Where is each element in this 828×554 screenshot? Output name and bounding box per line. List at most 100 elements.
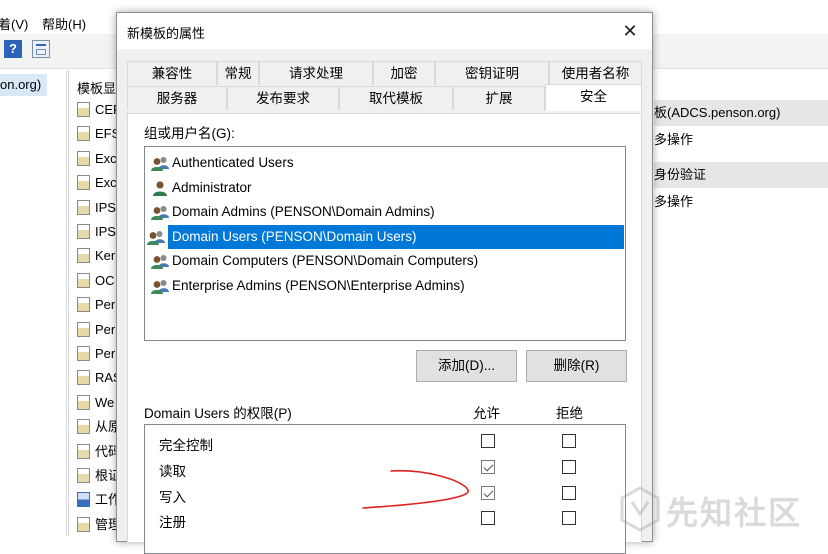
- list-item[interactable]: OC: [77, 271, 115, 291]
- menu-help[interactable]: 帮助(H): [42, 14, 86, 33]
- list-item-label: OC: [95, 272, 115, 288]
- deny-checkbox[interactable]: [562, 459, 576, 474]
- list-item-label: IPS: [95, 199, 116, 215]
- remove-button[interactable]: 删除(R): [526, 350, 627, 382]
- template-icon: [77, 102, 90, 117]
- user-list-item[interactable]: Domain Computers (PENSON\Domain Computer…: [149, 249, 624, 273]
- list-item[interactable]: Exc: [77, 173, 117, 193]
- template-icon: [77, 248, 90, 264]
- template-blue-icon: [77, 492, 90, 508]
- tab-request-handling[interactable]: 请求处理: [259, 61, 373, 85]
- list-item[interactable]: Per: [77, 295, 115, 315]
- list-item[interactable]: IPS: [77, 198, 116, 218]
- template-icon: [77, 516, 90, 532]
- tab-extensions[interactable]: 扩展: [453, 86, 545, 110]
- watermark: 先知社区: [618, 484, 828, 536]
- template-icon: [77, 370, 90, 386]
- tab-key-attestation[interactable]: 密钥证明: [435, 61, 549, 85]
- list-item[interactable]: We: [77, 393, 114, 413]
- list-item[interactable]: Per: [77, 320, 115, 340]
- group-users-label: 组或用户名(G):: [144, 126, 235, 141]
- permission-name: 读取: [159, 463, 186, 479]
- permission-name: 写入: [159, 489, 186, 505]
- template-icon: [77, 419, 90, 435]
- dialog-titlebar[interactable]: 新模板的属性 ✕: [117, 13, 652, 49]
- tab-cryptography[interactable]: 加密: [373, 61, 435, 85]
- user-name: Authenticated Users: [172, 155, 294, 170]
- deny-checkbox[interactable]: [562, 511, 576, 526]
- show-hide-pane-icon[interactable]: [32, 40, 50, 58]
- template-icon: [77, 297, 90, 313]
- tab-subject-name[interactable]: 使用者名称: [549, 61, 642, 85]
- actions-more[interactable]: 多操作: [654, 129, 693, 151]
- list-item[interactable]: Exc: [77, 149, 117, 169]
- user-name: Enterprise Admins (PENSON\Enterprise Adm…: [172, 277, 465, 293]
- user-list-item[interactable]: Administrator: [149, 176, 624, 200]
- list-item[interactable]: 工作: [77, 490, 121, 510]
- template-icon: [77, 272, 90, 288]
- watermark-text: 先知社区: [666, 495, 803, 531]
- list-item[interactable]: CEF: [77, 100, 121, 120]
- close-button[interactable]: ✕: [608, 13, 652, 49]
- user-list-item[interactable]: Domain Admins (PENSON\Domain Admins): [149, 200, 624, 224]
- list-item[interactable]: IPS: [77, 222, 116, 242]
- list-item-label: Per: [95, 297, 116, 313]
- list-item-label: Exc: [95, 175, 117, 191]
- actions-more[interactable]: 多操作: [654, 191, 693, 213]
- allow-checkbox[interactable]: [481, 434, 495, 448]
- template-icon: [77, 321, 90, 337]
- template-icon: [77, 126, 90, 142]
- list-item[interactable]: 根证: [77, 466, 121, 486]
- template-icon: [77, 199, 90, 215]
- permission-row: 完全控制: [145, 429, 625, 455]
- user-list-item[interactable]: Authenticated Users: [149, 151, 624, 175]
- annotation-arrow: [362, 469, 469, 509]
- tab-security[interactable]: 安全: [545, 84, 642, 111]
- actions-header: 身份验证: [654, 162, 828, 188]
- actions-header: 板(ADCS.penson.org): [654, 100, 828, 126]
- deny-checkbox[interactable]: [562, 485, 576, 500]
- template-icon: [77, 468, 90, 483]
- menu-view[interactable]: 着(V): [0, 14, 28, 33]
- tab-server[interactable]: 服务器: [127, 86, 227, 110]
- list-item-label: IPS: [95, 224, 116, 239]
- actions-pane: 板(ADCS.penson.org) 多操作 身份验证 多操作: [654, 70, 828, 536]
- users-list[interactable]: Authenticated Users Administrator Domain A…: [144, 146, 626, 341]
- allow-checkbox[interactable]: [481, 511, 495, 526]
- allow-checkbox[interactable]: [481, 485, 495, 500]
- tab-general[interactable]: 常规: [217, 61, 259, 85]
- user-list-item[interactable]: Domain Users (PENSON\Domain Users): [147, 224, 624, 249]
- template-icon: [77, 175, 90, 191]
- list-column-header[interactable]: 模板显: [77, 78, 116, 97]
- list-item[interactable]: 代码: [77, 442, 121, 462]
- user-group-icon: [151, 279, 169, 294]
- allow-column-header: 允许: [473, 406, 500, 421]
- deny-checkbox[interactable]: [562, 434, 576, 448]
- allow-checkbox[interactable]: [481, 459, 495, 474]
- tab-compatibility[interactable]: 兼容性: [127, 61, 217, 85]
- tab-superseded-templates[interactable]: 取代模板: [339, 86, 453, 110]
- console-tree-item[interactable]: on.org): [0, 74, 48, 96]
- list-item[interactable]: 从原: [77, 417, 121, 437]
- list-item[interactable]: Ker: [77, 246, 115, 266]
- list-item-label: We: [95, 394, 115, 410]
- permissions-label: Domain Users 的权限(P): [144, 406, 292, 421]
- list-item[interactable]: EFS: [77, 124, 120, 144]
- list-item[interactable]: 管理: [77, 515, 121, 535]
- user-group-icon: [147, 230, 165, 245]
- tab-issuance-requirements[interactable]: 发布要求: [227, 86, 339, 110]
- console-tree: on.org): [0, 70, 67, 536]
- user-group-icon: [151, 157, 169, 171]
- user-group-icon: [151, 255, 169, 269]
- list-item-label: Exc: [95, 150, 117, 166]
- watermark-logo-icon: [620, 486, 660, 532]
- permission-name: 注册: [159, 515, 186, 531]
- help-icon[interactable]: ?: [4, 40, 22, 58]
- list-item-label: Per: [95, 321, 116, 337]
- add-button[interactable]: 添加(D)...: [416, 350, 517, 382]
- user-icon: [153, 180, 167, 196]
- template-list: 模板显 CEF EFS Exc Exc IPS IPS Ker OC Per Per Per RAS W…: [68, 70, 122, 536]
- list-item[interactable]: Per: [77, 344, 115, 364]
- template-icon: [77, 224, 90, 239]
- user-list-item[interactable]: Enterprise Admins (PENSON\Enterprise Adm…: [149, 274, 624, 298]
